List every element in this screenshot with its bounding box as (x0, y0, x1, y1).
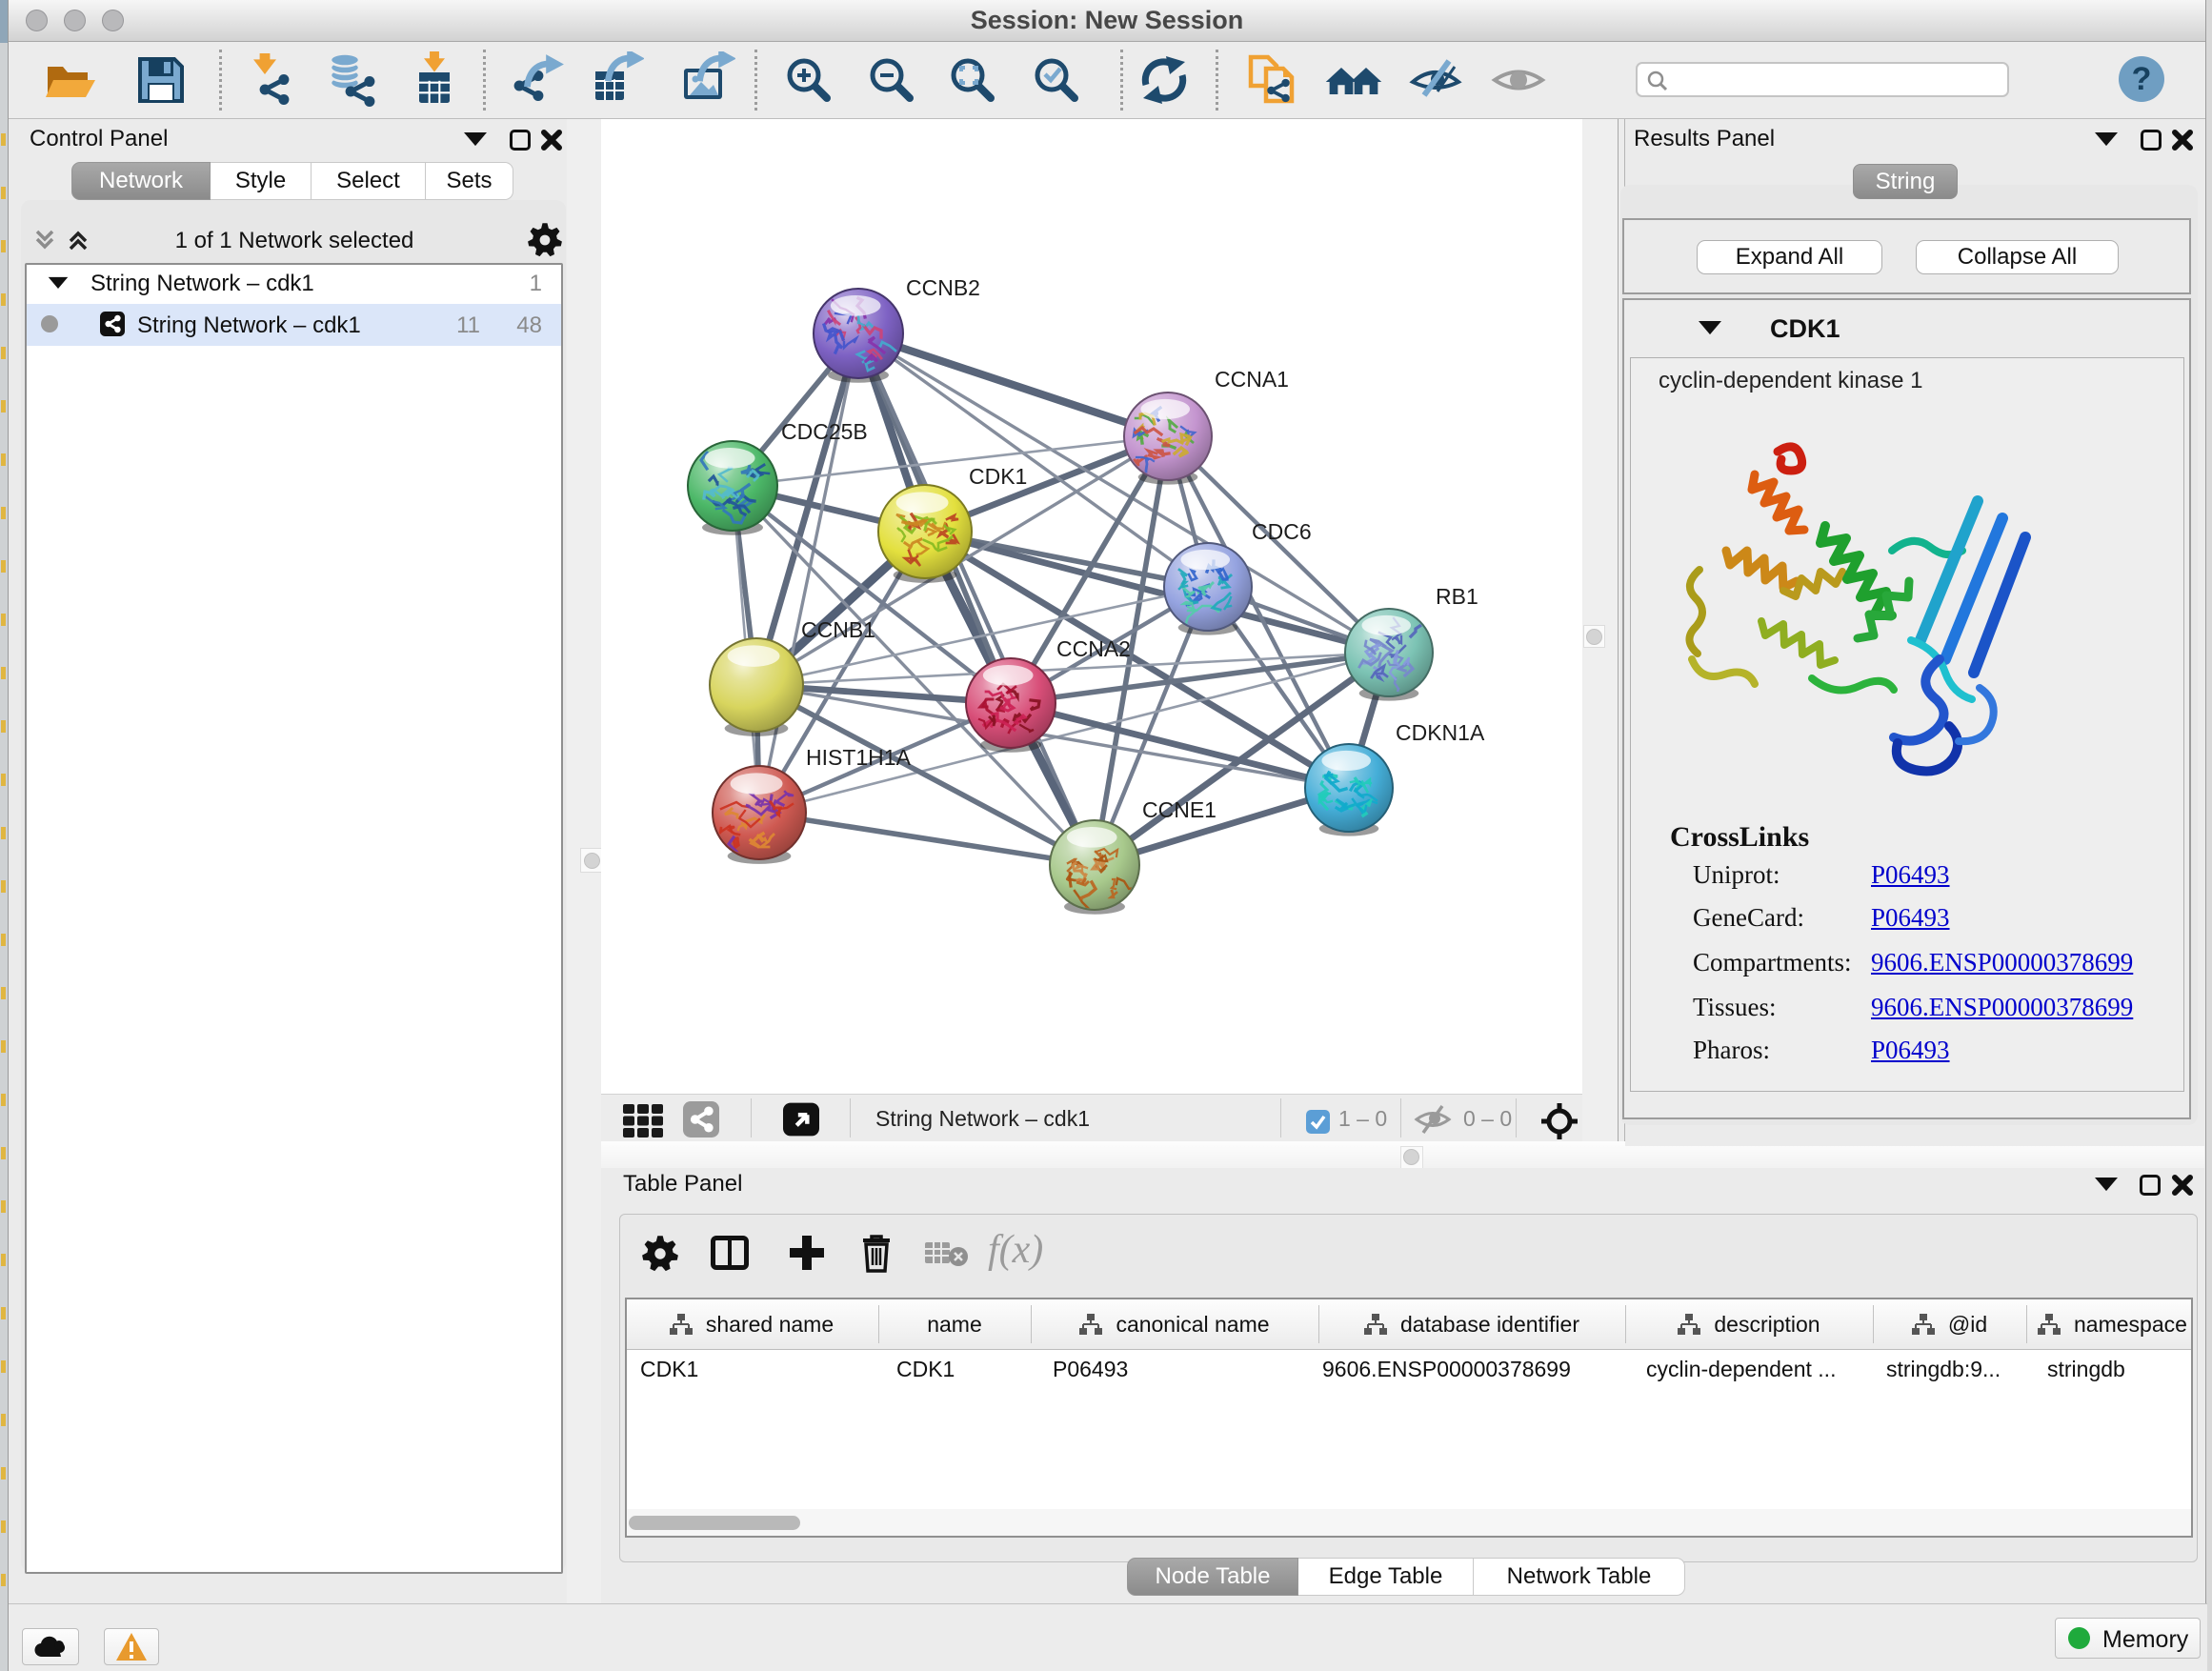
svg-text:CCNE1: CCNE1 (1142, 797, 1217, 822)
svg-text:CCNB2: CCNB2 (906, 275, 980, 300)
svg-text:CDKN1A: CDKN1A (1396, 720, 1485, 745)
svg-text:CCNA1: CCNA1 (1215, 367, 1289, 392)
svg-text:CCNA2: CCNA2 (1056, 636, 1131, 661)
svg-text:RB1: RB1 (1436, 584, 1478, 609)
svg-text:CDC25B: CDC25B (781, 419, 868, 444)
svg-text:CDC6: CDC6 (1252, 519, 1312, 544)
svg-text:CCNB1: CCNB1 (801, 617, 875, 642)
svg-text:HIST1H1A: HIST1H1A (806, 745, 912, 770)
svg-text:?: ? (2132, 61, 2152, 97)
svg-text:CDK1: CDK1 (969, 464, 1027, 489)
